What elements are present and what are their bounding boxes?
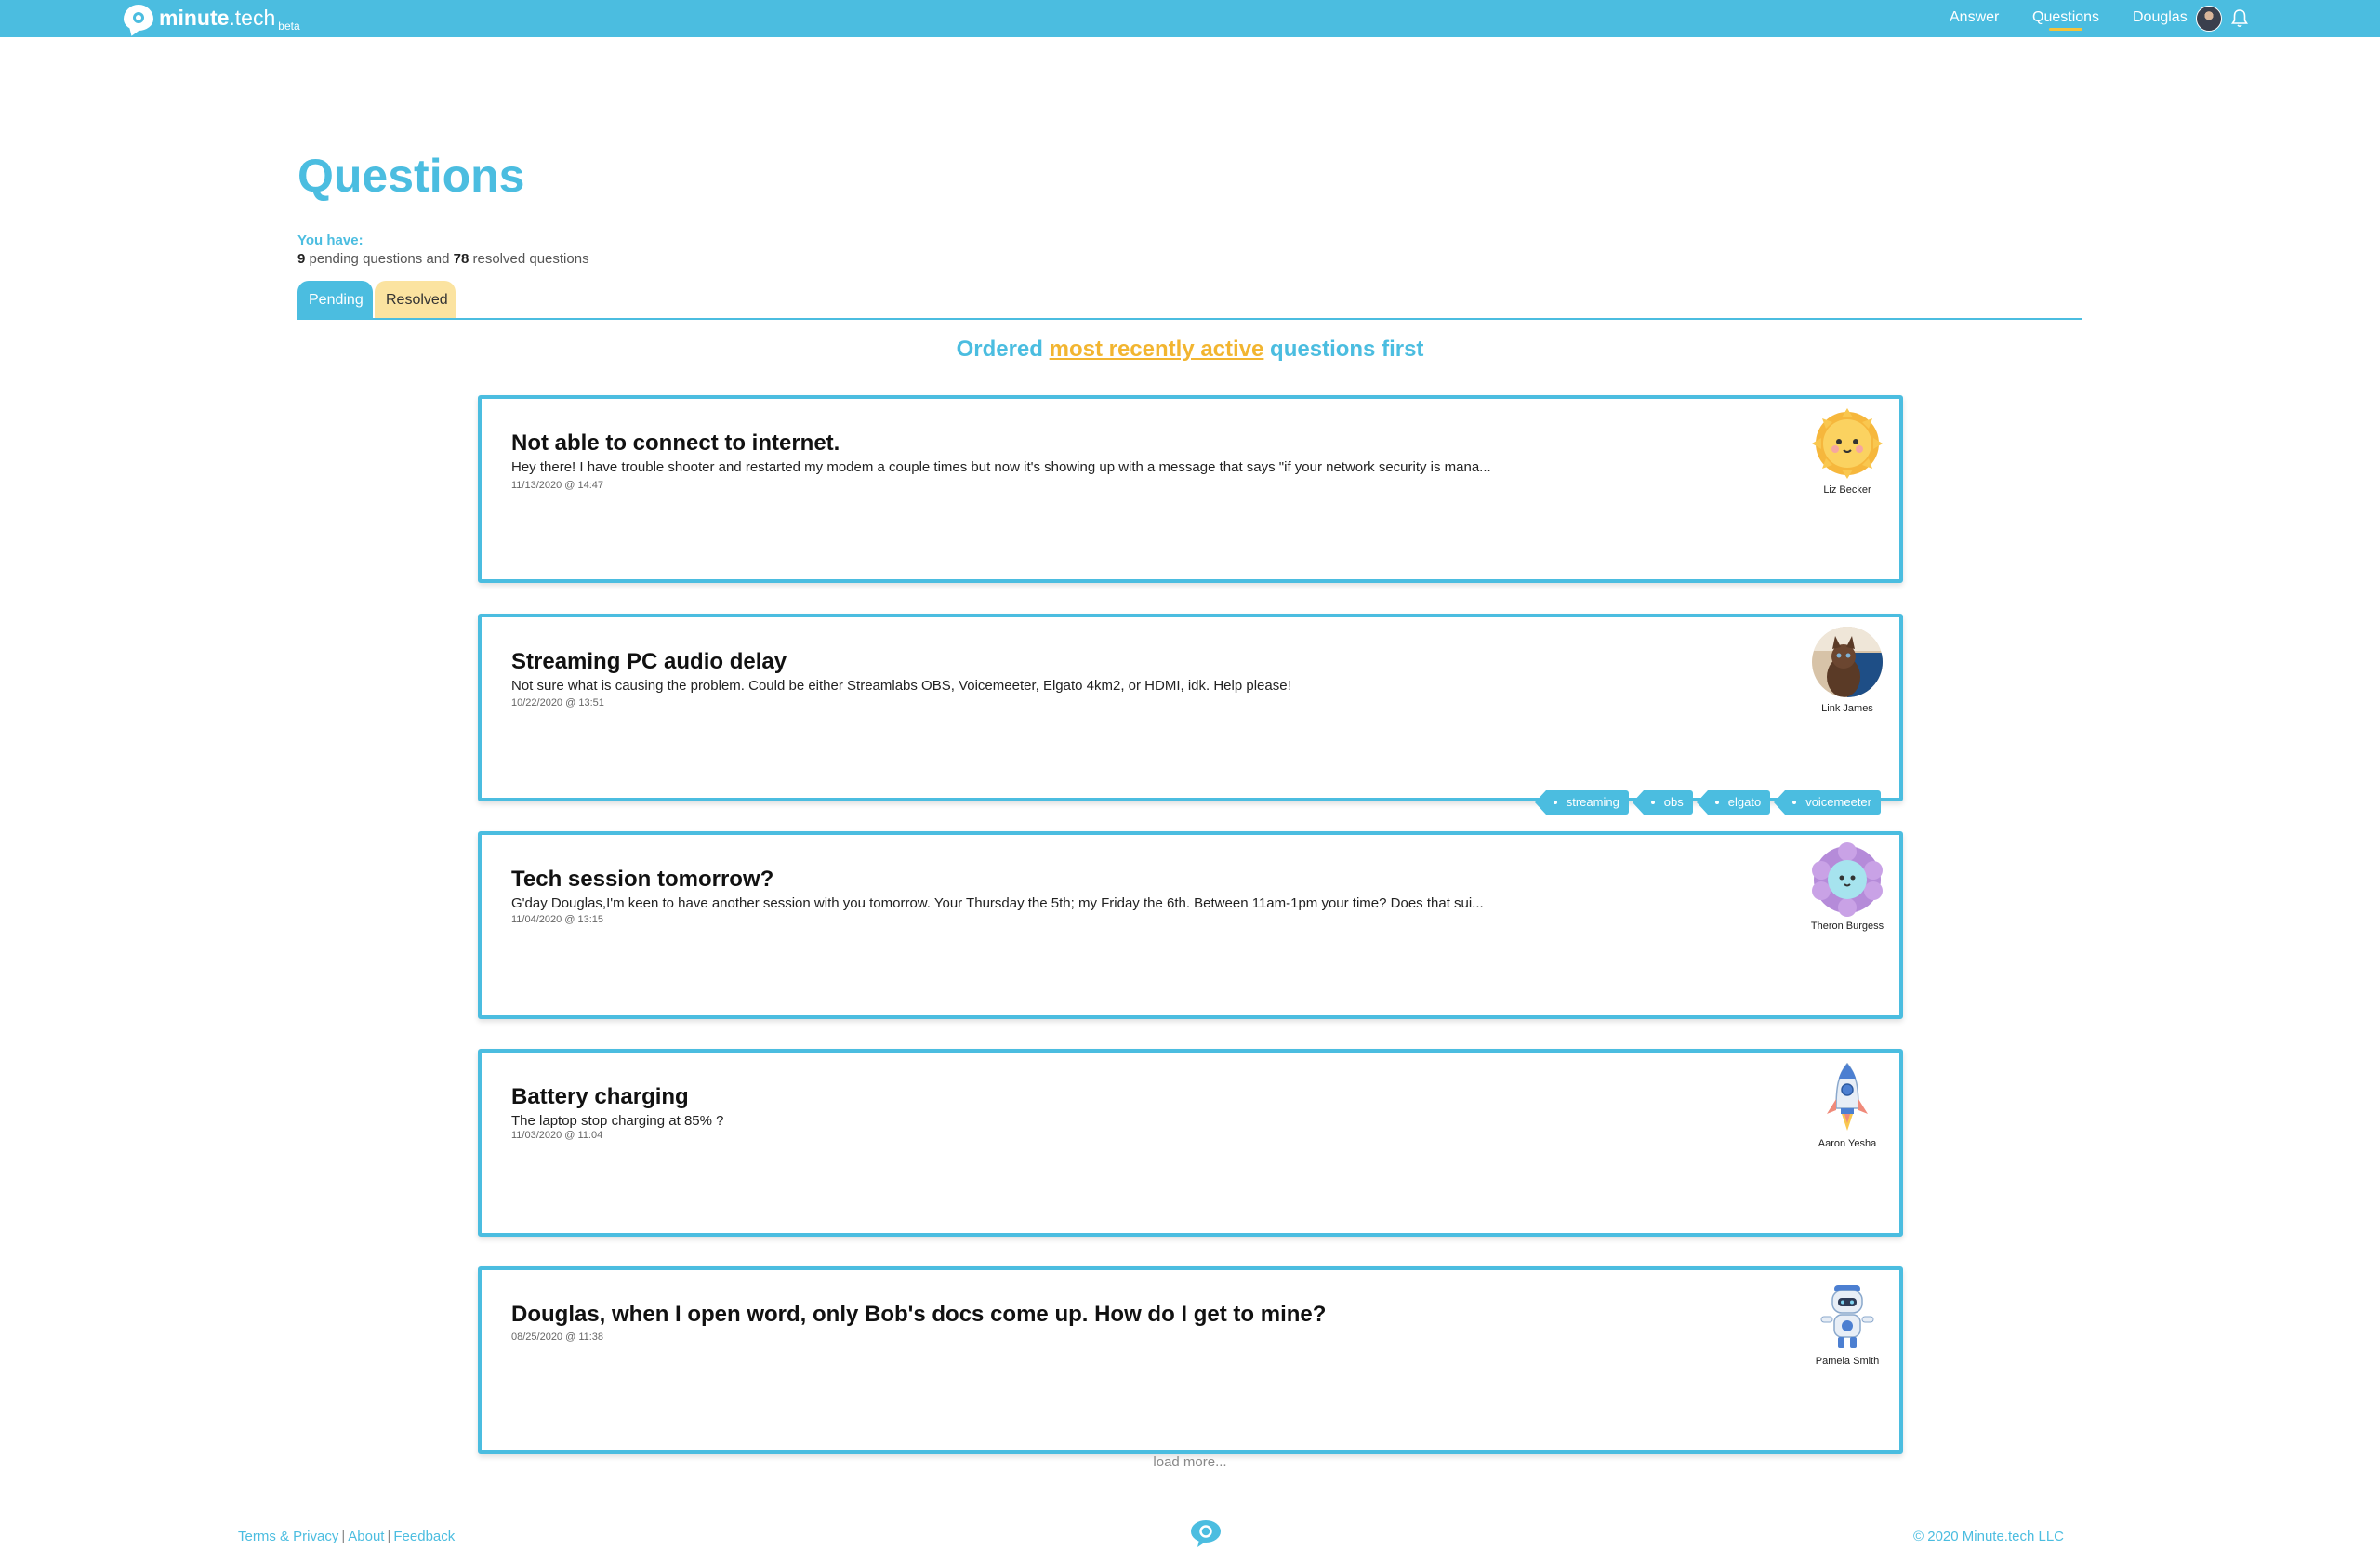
asker-name: Link James <box>1821 703 1873 714</box>
brand-logo[interactable]: minute.tech beta <box>124 5 300 33</box>
top-navbar: minute.tech beta Answer Questions Dougla… <box>0 0 2380 37</box>
tag-list: streaming obs elgato voicemeeter <box>1534 790 1881 815</box>
feedback-link[interactable]: Feedback <box>393 1529 455 1544</box>
terms-privacy-link[interactable]: Terms & Privacy <box>238 1529 338 1544</box>
tab-pending[interactable]: Pending <box>298 281 373 318</box>
chat-bubble-logo-icon <box>124 5 153 31</box>
brand-name: minute.tech <box>159 6 276 30</box>
cat-photo-avatar-icon <box>1812 627 1883 697</box>
summary-label: You have: <box>298 232 364 248</box>
tag-chip[interactable]: elgato <box>1696 790 1771 815</box>
sort-order-link[interactable]: most recently active <box>1050 337 1264 362</box>
question-excerpt: G'day Douglas,I'm keen to have another s… <box>511 895 1484 911</box>
tag-chip[interactable]: voicemeeter <box>1774 790 1881 815</box>
question-title: Douglas, when I open word, only Bob's do… <box>511 1302 1327 1327</box>
question-timestamp: 11/03/2020 @ 11:04 <box>511 1130 603 1141</box>
question-title: Battery charging <box>511 1084 689 1109</box>
question-timestamp: 10/22/2020 @ 13:51 <box>511 697 604 709</box>
question-card[interactable]: Battery charging The laptop stop chargin… <box>478 1049 1903 1237</box>
footer-links: Terms & Privacy | About | Feedback <box>238 1529 456 1544</box>
nav-user-name[interactable]: Douglas <box>2133 9 2188 26</box>
status-tabs: Pending Resolved <box>298 281 456 318</box>
question-excerpt: Hey there! I have trouble shooter and re… <box>511 459 1491 475</box>
robot-avatar-icon <box>1820 1285 1874 1348</box>
sun-avatar-icon <box>1812 408 1883 479</box>
question-counts: 9 pending questions and 78 resolved ques… <box>298 251 589 267</box>
asker-name: Theron Burgess <box>1810 921 1884 932</box>
asker-name: Aaron Yesha <box>1818 1138 1877 1149</box>
tab-resolved[interactable]: Resolved <box>375 281 456 318</box>
question-timestamp: 08/25/2020 @ 11:38 <box>511 1331 604 1343</box>
rocket-avatar-icon <box>1827 1062 1868 1131</box>
sort-order-note: Ordered most recently active questions f… <box>956 337 1424 362</box>
question-excerpt: The laptop stop charging at 85% ? <box>511 1113 724 1129</box>
asker-name: Liz Becker <box>1823 484 1871 496</box>
question-title: Not able to connect to internet. <box>511 430 840 456</box>
flower-avatar-icon <box>1812 842 1883 917</box>
notification-bell-icon[interactable] <box>2230 8 2249 29</box>
question-card[interactable]: Douglas, when I open word, only Bob's do… <box>478 1266 1903 1454</box>
footer-logo-icon[interactable] <box>1190 1519 1222 1547</box>
nav-answer[interactable]: Answer <box>1950 9 1999 26</box>
question-timestamp: 11/13/2020 @ 14:47 <box>511 480 604 491</box>
load-more-link[interactable]: load more... <box>0 1454 2380 1470</box>
question-card[interactable]: Streaming PC audio delay Not sure what i… <box>478 614 1903 815</box>
question-card[interactable]: Not able to connect to internet. Hey the… <box>478 395 1903 583</box>
tag-chip[interactable]: obs <box>1632 790 1693 815</box>
asker-name: Pamela Smith <box>1815 1356 1880 1367</box>
question-title: Tech session tomorrow? <box>511 867 774 892</box>
resolved-count: 78 <box>453 251 469 267</box>
copyright: © 2020 Minute.tech LLC <box>1913 1529 2064 1544</box>
question-card[interactable]: Tech session tomorrow? G'day Douglas,I'm… <box>478 831 1903 1019</box>
about-link[interactable]: About <box>348 1529 384 1544</box>
question-timestamp: 11/04/2020 @ 13:15 <box>511 914 604 925</box>
nav-questions[interactable]: Questions <box>2032 9 2099 31</box>
question-title: Streaming PC audio delay <box>511 649 787 674</box>
tag-chip[interactable]: streaming <box>1534 790 1629 815</box>
beta-badge: beta <box>278 20 300 33</box>
page-title: Questions <box>298 150 525 202</box>
question-excerpt: Not sure what is causing the problem. Co… <box>511 678 1291 694</box>
tab-divider <box>298 318 2082 320</box>
user-avatar[interactable] <box>2196 6 2222 32</box>
